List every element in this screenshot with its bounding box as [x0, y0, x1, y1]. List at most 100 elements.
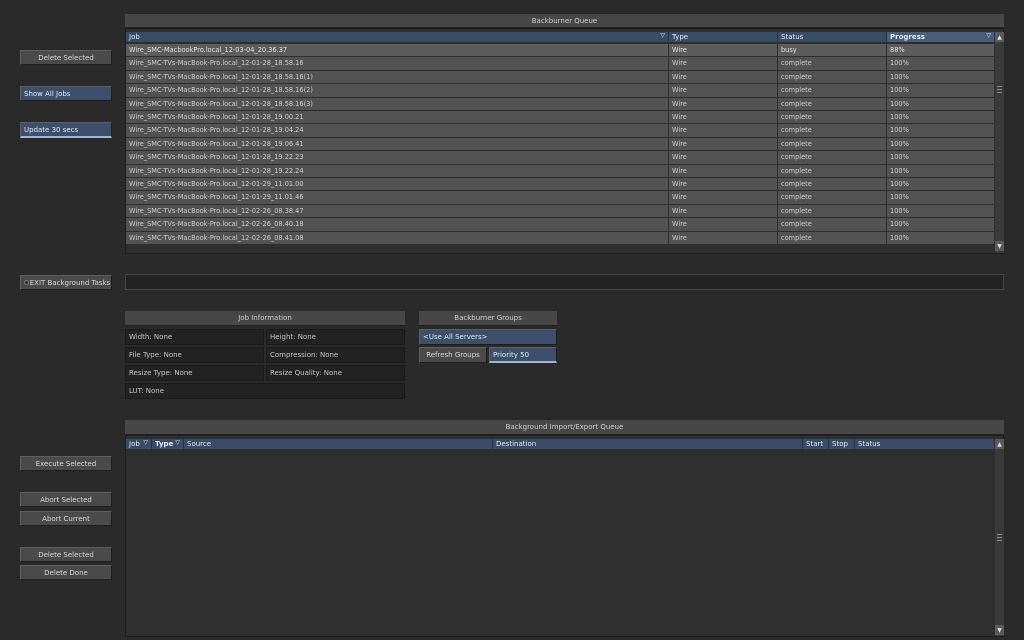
cell-job: Wire_SMC-MacbookPro.local_12-03-04_20.36…: [126, 44, 669, 57]
cell-type: Wire: [669, 218, 778, 231]
cell-progress: 100%: [887, 124, 995, 137]
column-header-start[interactable]: Start: [803, 439, 829, 449]
refresh-groups-button[interactable]: Refresh Groups: [419, 347, 487, 363]
cell-type: Wire: [669, 137, 778, 151]
cell-status: complete: [778, 231, 887, 244]
cell-progress: 100%: [887, 231, 995, 244]
exit-background-tasks-button[interactable]: EXIT Background Tasks: [20, 275, 112, 290]
cell-progress: 88%: [887, 44, 995, 57]
cell-status: complete: [778, 204, 887, 218]
cell-progress: 100%: [887, 151, 995, 164]
column-header-progress[interactable]: Progress ▽: [887, 32, 995, 42]
column-header-stop-label: Stop: [832, 440, 848, 448]
cell-type: Wire: [669, 164, 778, 177]
table-row[interactable]: Wire_SMC-TVs-MacBook-Pro.local_12-01-28_…: [126, 57, 995, 70]
column-header-job-label: Job: [129, 440, 140, 448]
cell-status: complete: [778, 164, 887, 177]
column-header-status-label: Status: [858, 440, 881, 448]
cell-type: Wire: [669, 111, 778, 124]
column-header-job[interactable]: Job ▽: [126, 32, 669, 42]
cell-status: complete: [778, 124, 887, 137]
cell-job: Wire_SMC-TVs-MacBook-Pro.local_12-01-28_…: [126, 137, 669, 151]
sort-triangle-icon[interactable]: ▽: [660, 32, 665, 39]
table-row[interactable]: Wire_SMC-TVs-MacBook-Pro.local_12-01-28_…: [126, 70, 995, 84]
table-row[interactable]: Wire_SMC-TVs-MacBook-Pro.local_12-02-26_…: [126, 218, 995, 231]
column-header-destination-label: Destination: [496, 440, 537, 448]
delete-done-button[interactable]: Delete Done: [20, 565, 112, 580]
scroll-grip: [997, 92, 1002, 93]
cell-type: Wire: [669, 57, 778, 70]
column-header-destination[interactable]: Destination: [493, 439, 803, 449]
column-header-type[interactable]: Type: [669, 32, 778, 42]
column-header-source-label: Source: [187, 440, 212, 448]
show-all-jobs-button[interactable]: Show All Jobs: [20, 86, 112, 101]
cell-type: Wire: [669, 44, 778, 57]
job-information-title: Job Information: [125, 311, 405, 326]
column-header-type-label: Type: [155, 440, 174, 448]
cell-job: Wire_SMC-TVs-MacBook-Pro.local_12-01-28_…: [126, 70, 669, 84]
table-row[interactable]: Wire_SMC-MacbookPro.local_12-03-04_20.36…: [126, 44, 995, 57]
backburner-queue-title: Backburner Queue: [125, 14, 1004, 28]
delete-selected-imports-button[interactable]: Delete Selected: [20, 547, 112, 562]
resize-quality-value: Resize Quality: None: [266, 365, 405, 381]
background-task-status-bar: [125, 274, 1004, 290]
column-header-start-label: Start: [806, 440, 824, 448]
compression-value: Compression: None: [266, 347, 405, 363]
table-row[interactable]: Wire_SMC-TVs-MacBook-Pro.local_12-01-28_…: [126, 137, 995, 151]
cell-job: Wire_SMC-TVs-MacBook-Pro.local_12-01-28_…: [126, 151, 669, 164]
lut-value: LUT: None: [125, 383, 405, 399]
cell-type: Wire: [669, 191, 778, 204]
cell-job: Wire_SMC-TVs-MacBook-Pro.local_12-01-29_…: [126, 191, 669, 204]
column-header-stop[interactable]: Stop: [829, 439, 855, 449]
cell-status: complete: [778, 97, 887, 110]
column-header-job[interactable]: Job ▽: [126, 439, 152, 449]
scroll-down-arrow-icon[interactable]: ▼: [995, 241, 1004, 251]
backburner-queue-table: Job ▽ Type Status Progress ▽ Wire_SMC-Ma…: [125, 28, 1004, 254]
import-export-queue-scrollbar[interactable]: ▲ ▼: [995, 439, 1004, 636]
scroll-down-arrow-icon[interactable]: ▼: [995, 625, 1004, 635]
abort-current-button[interactable]: Abort Current: [20, 511, 112, 526]
import-export-queue-title: Background Import/Export Queue: [125, 420, 1004, 435]
column-header-job-label: Job: [129, 33, 140, 41]
file-type-value: File Type: None: [125, 347, 264, 363]
sort-triangle-icon[interactable]: ▽: [986, 32, 991, 39]
sort-triangle-icon[interactable]: ▽: [175, 439, 180, 446]
scroll-up-arrow-icon[interactable]: ▲: [995, 32, 1004, 42]
table-row[interactable]: Wire_SMC-TVs-MacBook-Pro.local_12-02-26_…: [126, 231, 995, 245]
column-header-type[interactable]: Type ▽: [152, 439, 184, 449]
scroll-grip: [997, 86, 1002, 87]
column-header-status[interactable]: Status: [778, 32, 887, 42]
abort-selected-button[interactable]: Abort Selected: [20, 492, 112, 507]
sort-triangle-icon[interactable]: ▽: [143, 439, 148, 446]
table-row[interactable]: Wire_SMC-TVs-MacBook-Pro.local_12-01-28_…: [126, 164, 995, 178]
exit-background-tasks-label: EXIT Background Tasks: [29, 278, 111, 287]
column-header-status[interactable]: Status: [855, 439, 995, 449]
scroll-grip: [997, 534, 1002, 535]
table-row[interactable]: Wire_SMC-TVs-MacBook-Pro.local_12-01-28_…: [126, 111, 995, 124]
cell-status: complete: [778, 57, 887, 70]
server-group-selector[interactable]: <Use All Servers>: [419, 329, 557, 345]
column-header-source[interactable]: Source: [184, 439, 493, 449]
cell-status: complete: [778, 84, 887, 97]
table-row[interactable]: Wire_SMC-TVs-MacBook-Pro.local_12-01-28_…: [126, 151, 995, 164]
cell-progress: 100%: [887, 84, 995, 97]
column-header-type-label: Type: [672, 33, 689, 41]
update-interval-button[interactable]: Update 30 secs: [20, 122, 112, 138]
scroll-up-arrow-icon[interactable]: ▲: [995, 439, 1004, 449]
cell-job: Wire_SMC-TVs-MacBook-Pro.local_12-01-28_…: [126, 111, 669, 124]
cell-status: complete: [778, 191, 887, 204]
table-row[interactable]: Wire_SMC-TVs-MacBook-Pro.local_12-01-28_…: [126, 97, 995, 111]
cell-job: Wire_SMC-TVs-MacBook-Pro.local_12-01-28_…: [126, 84, 669, 97]
table-row[interactable]: Wire_SMC-TVs-MacBook-Pro.local_12-02-26_…: [126, 204, 995, 218]
table-row[interactable]: Wire_SMC-TVs-MacBook-Pro.local_12-01-29_…: [126, 191, 995, 204]
execute-selected-button[interactable]: Execute Selected: [20, 456, 112, 471]
table-row[interactable]: Wire_SMC-TVs-MacBook-Pro.local_12-01-28_…: [126, 124, 995, 137]
backburner-queue-scrollbar[interactable]: ▲ ▼: [995, 32, 1004, 253]
cell-status: busy: [778, 44, 887, 57]
column-header-progress-label: Progress: [890, 33, 925, 41]
backburner-groups-title: Backburner Groups: [419, 311, 557, 326]
priority-field[interactable]: Priority 50: [489, 347, 557, 363]
delete-selected-jobs-button[interactable]: Delete Selected: [20, 50, 112, 65]
table-row[interactable]: Wire_SMC-TVs-MacBook-Pro.local_12-01-28_…: [126, 84, 995, 97]
table-row[interactable]: Wire_SMC-TVs-MacBook-Pro.local_12-01-29_…: [126, 178, 995, 191]
